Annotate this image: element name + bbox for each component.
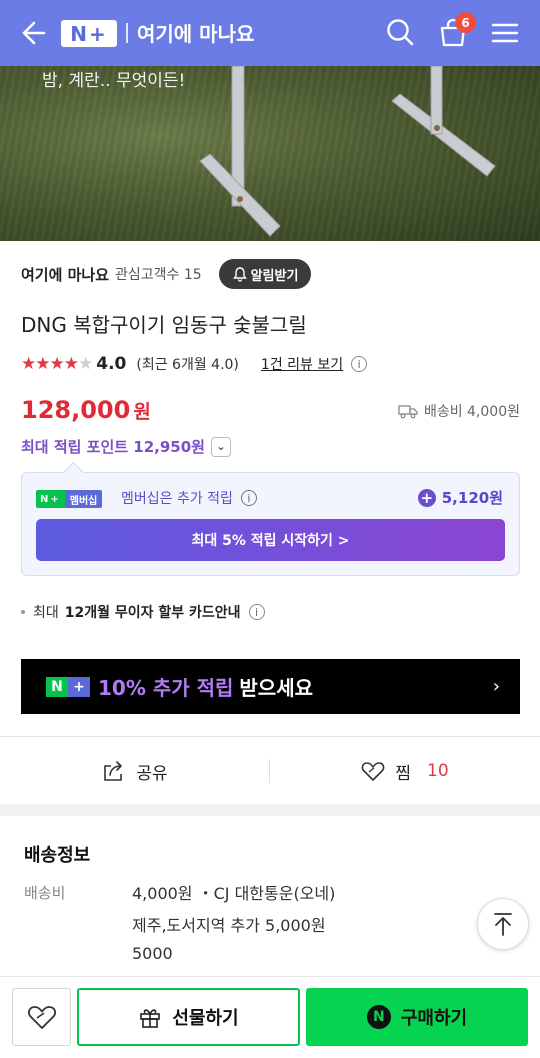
n-letter: N — [46, 676, 68, 697]
membership-badge: N+ 멤버십 — [36, 490, 103, 508]
membership-box: N+ 멤버십 멤버십은 추가 적립 i + 5,120원 최대 5% 적립 시작… — [21, 472, 520, 576]
buy-button[interactable]: N 구매하기 — [306, 988, 528, 1046]
star-icon: ★ — [49, 354, 65, 374]
share-button[interactable]: 공유 — [0, 740, 270, 802]
alarm-button[interactable]: 알림받기 — [219, 259, 311, 289]
wish-button[interactable]: 찜 10 — [270, 740, 540, 802]
price-unit: 원 — [133, 401, 151, 423]
rating-value: 4.0 — [96, 354, 127, 374]
plus-sign: + — [68, 676, 90, 697]
hero-caption: 밤, 계란.. 무엇이든! — [42, 71, 186, 91]
share-label: 공유 — [136, 763, 168, 784]
star-empty-icon: ★ — [78, 354, 93, 374]
grill-stand-illustration — [199, 66, 496, 237]
naver-plus-logo[interactable]: N+ — [61, 20, 117, 47]
store-title[interactable]: 여기에 마나요 — [137, 18, 254, 47]
chevron-down-icon[interactable]: ⌄ — [210, 436, 231, 457]
star-icon: ★ — [63, 354, 79, 374]
membership-bonus: + 5,120원 — [417, 487, 503, 508]
truck-icon — [398, 405, 418, 419]
review-link[interactable]: 1건 리뷰 보기 — [261, 354, 343, 374]
shipping-fee-text: 배송비 4,000원 — [423, 404, 520, 420]
scroll-to-top-button[interactable] — [477, 898, 529, 950]
installment-prefix: 최대 — [33, 605, 59, 621]
delivery-extra-value: 5000 — [132, 944, 173, 963]
divider — [0, 736, 540, 737]
delivery-fee-line: 4,000원 ・CJ 대한통운(오네) — [132, 884, 336, 903]
delivery-extra-line: 제주,도서지역 추가 5,000원 — [132, 916, 326, 935]
fan-count: 관심고객수 15 — [115, 267, 202, 283]
product-title: DNG 복합구이기 임동구 숯불그릴 — [21, 313, 307, 337]
rating-row: ★★★★★ 4.0 (최근 6개월 4.0) 1건 리뷰 보기 i — [21, 352, 368, 376]
membership-badge-label: 멤버십 — [64, 490, 103, 508]
store-row: 여기에 마나요 관심고객수 15 — [21, 259, 202, 289]
naver-plus-logo: N + — [46, 676, 90, 697]
chevron-right-icon: › — [492, 676, 500, 697]
menu-icon[interactable] — [490, 18, 520, 48]
share-icon — [104, 761, 123, 781]
recent-rating: (최근 6개월 4.0) — [136, 357, 239, 373]
wish-heart-button[interactable] — [12, 988, 71, 1046]
gift-icon — [140, 1009, 161, 1028]
buy-label: 구매하기 — [400, 1008, 468, 1029]
banner-text: 받으세요 — [239, 676, 314, 700]
max-points[interactable]: 최대 적립 포인트 12,950원 ⌄ — [21, 436, 231, 457]
search-icon[interactable] — [384, 16, 416, 48]
store-name[interactable]: 여기에 마나요 — [21, 264, 109, 285]
star-icon: ★ — [21, 354, 36, 374]
delivery-fee-label: 배송비 — [24, 884, 66, 902]
info-icon[interactable]: i — [240, 490, 257, 506]
naver-plus-banner[interactable]: N + 10% 추가 적립 받으세요 › — [21, 659, 520, 714]
bullet — [21, 610, 25, 614]
gift-label: 선물하기 — [172, 1008, 239, 1029]
membership-bonus-value: 5,120원 — [441, 489, 503, 507]
back-arrow-icon[interactable] — [14, 16, 48, 50]
price-value: 128,000 — [21, 396, 131, 424]
header-divider — [126, 23, 128, 43]
start-membership-button[interactable]: 최대 5% 적립 시작하기 > — [36, 519, 505, 561]
membership-badge-logo: N+ — [36, 490, 65, 508]
star-rating: ★★★★★ — [21, 354, 93, 374]
plus-circle-icon: + — [417, 488, 436, 507]
top-header: N+ 여기에 마나요 6 — [0, 0, 540, 66]
naver-n-icon: N — [366, 1005, 391, 1029]
info-icon[interactable]: i — [351, 356, 368, 372]
shipping-fee: 배송비 4,000원 — [398, 401, 520, 421]
gift-button[interactable]: 선물하기 — [77, 988, 300, 1046]
wish-count: 10 — [427, 761, 449, 781]
membership-text-label: 멤버십은 추가 적립 — [121, 491, 233, 507]
banner-accent-text: 10% 추가 적립 — [98, 676, 234, 700]
heart-icon — [362, 762, 385, 781]
bottom-action-bar: 선물하기 N 구매하기 — [0, 976, 540, 1058]
info-icon[interactable]: i — [248, 604, 265, 620]
section-separator — [0, 804, 540, 816]
price: 128,000 원 — [21, 396, 151, 424]
delivery-title: 배송정보 — [24, 845, 91, 866]
wish-label: 찜 — [395, 763, 411, 784]
arrow-up-icon — [494, 913, 512, 936]
star-icon: ★ — [35, 354, 50, 374]
max-points-text: 최대 적립 포인트 12,950원 — [21, 438, 205, 456]
installment-text: 12개월 무이자 할부 카드안내 — [64, 605, 241, 621]
alarm-label: 알림받기 — [250, 268, 299, 284]
product-image[interactable]: 밤, 계란.. 무엇이든! — [0, 66, 540, 241]
installment-info[interactable]: 최대 12개월 무이자 할부 카드안내 i — [21, 602, 265, 622]
cart-count-badge: 6 — [455, 12, 476, 33]
bell-plus-icon — [232, 267, 247, 282]
membership-text: 멤버십은 추가 적립 i — [121, 488, 257, 508]
heart-icon — [27, 1006, 56, 1029]
